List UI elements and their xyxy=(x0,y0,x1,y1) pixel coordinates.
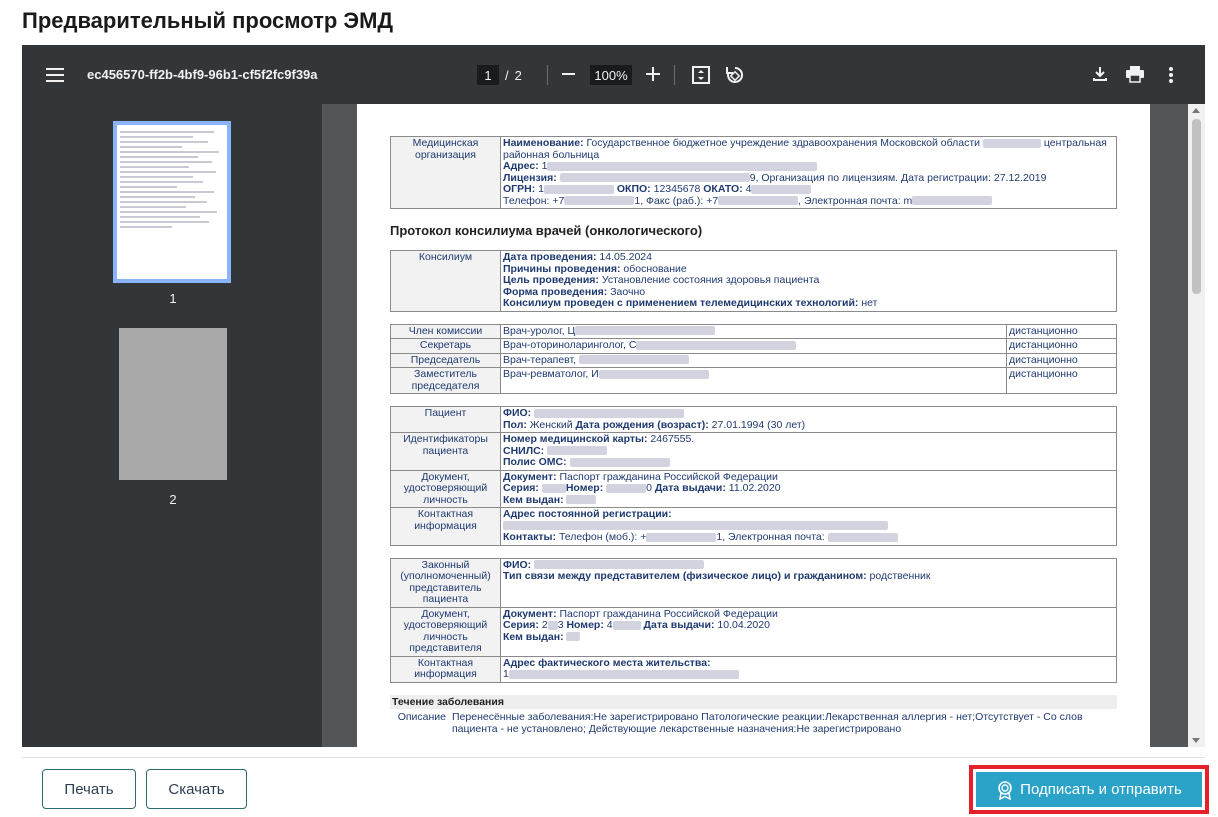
org-table: Медицинская организация Наименование: Го… xyxy=(390,136,1117,209)
table-row: Контактная информация Адрес постоянной р… xyxy=(390,507,1117,546)
certificate-icon xyxy=(998,780,1012,800)
thumbnail-label: 2 xyxy=(169,492,177,507)
table-row: Пациент ФИО: Пол: Женский Дата рождения … xyxy=(390,406,1117,433)
zoom-input[interactable]: 100% xyxy=(590,65,632,85)
toolbar-divider xyxy=(547,65,548,85)
page-number-input[interactable]: 1 xyxy=(477,65,499,85)
org-label: Медицинская организация xyxy=(390,136,501,209)
file-name: ec456570-ff2b-4bf9-96b1-cf5f2fc9f39a xyxy=(87,67,318,82)
scroll-thumb[interactable] xyxy=(1192,119,1201,294)
patient-table: Пациент ФИО: Пол: Женский Дата рождения … xyxy=(390,406,1117,546)
document-scrollbar[interactable] xyxy=(1188,104,1205,747)
consilium-info: Дата проведения: 14.05.2024 Причины пров… xyxy=(500,250,1117,312)
table-row: Председатель Врач-терапевт, дистанционно xyxy=(390,352,1117,368)
fit-page-icon[interactable] xyxy=(691,65,711,85)
table-row: Заместитель председателя Врач-ревматолог… xyxy=(390,367,1117,394)
more-vert-icon[interactable] xyxy=(1168,66,1174,84)
course-title: Течение заболевания xyxy=(390,694,1117,709)
zoom-out-icon[interactable] xyxy=(562,73,575,75)
page-title: Предварительный просмотр ЭМД xyxy=(22,8,394,33)
representative-table: Законный (уполномоченный) представитель … xyxy=(390,557,1117,683)
consilium-label: Консилиум xyxy=(390,250,501,312)
sign-button-label: Подписать и отправить xyxy=(1020,781,1182,798)
print-button[interactable]: Печать xyxy=(42,769,136,809)
scroll-down-icon[interactable] xyxy=(1192,738,1200,743)
table-row: Документ, удостоверяющий личность предст… xyxy=(390,606,1117,657)
page-total: 2 xyxy=(514,67,522,83)
thumbnail-label: 1 xyxy=(169,291,177,306)
page-thumbnail-2[interactable] xyxy=(119,328,227,480)
protocol-title: Протокол консилиума врачей (онкологическ… xyxy=(390,223,703,238)
scroll-up-icon[interactable] xyxy=(1192,108,1200,113)
table-row: Документ, удостоверяющий личность Докуме… xyxy=(390,469,1117,508)
rotate-icon[interactable] xyxy=(724,64,746,86)
zoom-in-icon[interactable] xyxy=(646,67,660,81)
page-navigator: 1 / 2 xyxy=(477,65,522,85)
menu-icon[interactable] xyxy=(46,68,64,82)
table-row: Член комиссии Врач-уролог, Ц дистанционн… xyxy=(390,323,1117,339)
page-separator: / xyxy=(505,67,509,83)
table-row: Идентификаторы пациента Номер медицинско… xyxy=(390,432,1117,471)
table-row: Законный (уполномоченный) представитель … xyxy=(390,557,1117,608)
download-button[interactable]: Скачать xyxy=(146,769,247,809)
table-row: Контактная информация Адрес фактического… xyxy=(390,655,1117,683)
org-info: Наименование: Государственное бюджетное … xyxy=(500,136,1117,209)
consilium-table: Консилиум Дата проведения: 14.05.2024 Пр… xyxy=(390,250,1117,312)
download-icon[interactable] xyxy=(1091,65,1109,83)
sign-and-send-button[interactable]: Подписать и отправить xyxy=(976,772,1202,807)
table-row: Секретарь Врач-оториноларинголог, С дист… xyxy=(390,338,1117,354)
viewer-toolbar: ec456570-ff2b-4bf9-96b1-cf5f2fc9f39a 1 /… xyxy=(22,45,1205,104)
pdf-viewer: ec456570-ff2b-4bf9-96b1-cf5f2fc9f39a 1 /… xyxy=(22,45,1205,747)
footer-divider xyxy=(22,757,1205,758)
thumbnail-preview xyxy=(120,131,224,228)
document-page: Медицинская организация Наименование: Го… xyxy=(357,104,1150,747)
toolbar-divider xyxy=(674,65,675,85)
page-thumbnail-1[interactable] xyxy=(113,121,231,283)
print-icon[interactable] xyxy=(1125,65,1145,83)
document-area[interactable]: Медицинская организация Наименование: Го… xyxy=(322,104,1188,747)
course-description: Описание Перенесённые заболевания:Не зар… xyxy=(397,710,1083,735)
thumbnail-sidebar: 1 2 xyxy=(22,104,322,747)
commission-table: Член комиссии Врач-уролог, Ц дистанционн… xyxy=(390,323,1117,394)
